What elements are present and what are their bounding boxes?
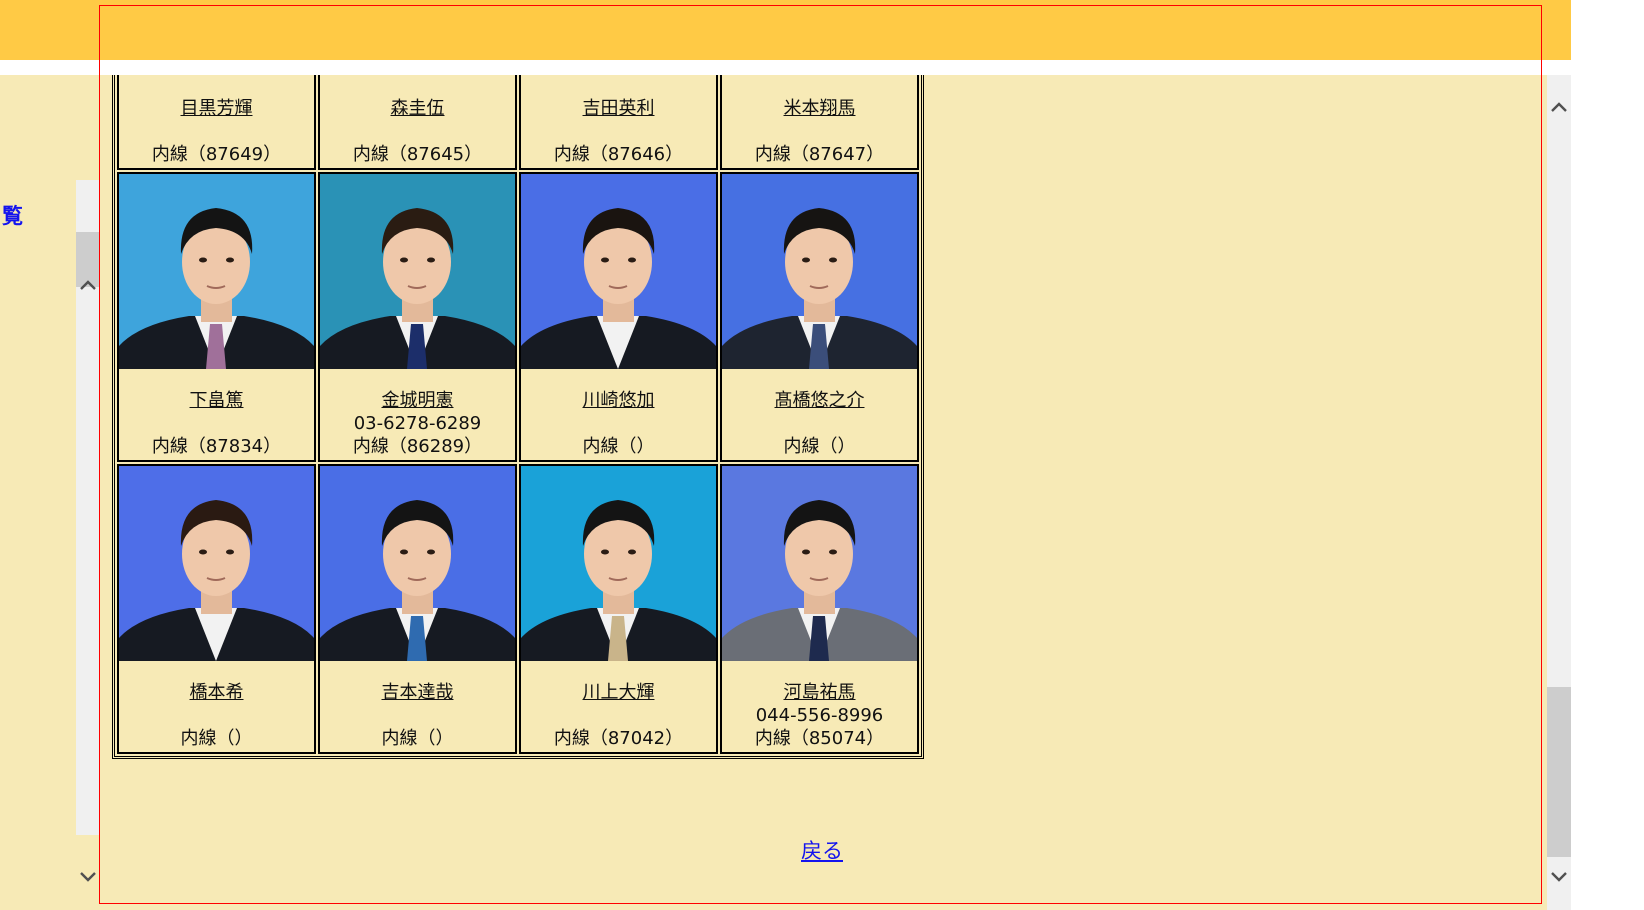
staff-info: 金城明憲 03-6278-6289 内線（86289） — [320, 369, 515, 460]
staff-photo — [521, 174, 716, 369]
portrait-photo — [320, 174, 515, 369]
right-scroll-up-icon[interactable] — [1547, 96, 1571, 120]
portrait-photo — [119, 174, 314, 369]
staff-info: 川上大輝内線（87042） — [521, 661, 716, 752]
staff-row: 目黒芳輝 内線（87649） 森圭伍 内線（87645） 吉田英利 内線（87646） 米本… — [116, 75, 920, 171]
staff-phone: 03-6278-6289 — [353, 413, 482, 434]
staff-card: 目黒芳輝内線（87649） — [117, 75, 316, 170]
staff-card: 髙橋悠之介内線（） — [720, 172, 919, 462]
left-scroll-down-icon[interactable] — [76, 864, 100, 888]
staff-photo — [320, 174, 515, 369]
staff-extension: 内線（85074） — [754, 728, 885, 749]
staff-info: 吉田英利内線（87646） — [521, 75, 716, 168]
staff-info: 米本翔馬内線（87647） — [722, 75, 917, 168]
staff-row: 下畠篤 内線（87834） 金城明憲 03-6278-6289 内線（86289） 川崎悠… — [116, 171, 920, 463]
left-scroll-up-icon[interactable] — [76, 274, 100, 298]
staff-extension: 内線（87042） — [553, 728, 684, 749]
staff-extension: 内線（87646） — [553, 144, 684, 165]
staff-info: 森圭伍内線（87645） — [320, 75, 515, 168]
header-bar — [0, 0, 1571, 60]
staff-info: 河島祐馬 044-556-8996 内線（85074） — [722, 661, 917, 752]
staff-photo — [722, 466, 917, 661]
staff-card: 橋本希内線（） — [117, 464, 316, 754]
staff-card: 川上大輝内線（87042） — [519, 464, 718, 754]
staff-name-link[interactable]: 河島祐馬 — [784, 681, 856, 704]
staff-card: 河島祐馬 044-556-8996 内線（85074） — [720, 464, 919, 754]
staff-extension: 内線（87645） — [352, 144, 483, 165]
staff-name-link[interactable]: 金城明憲 — [382, 389, 454, 412]
portrait-photo — [521, 174, 716, 369]
staff-table: 目黒芳輝 内線（87649） 森圭伍 内線（87645） 吉田英利 内線（87646） 米本… — [112, 75, 924, 759]
staff-info: 目黒芳輝内線（87649） — [119, 75, 314, 168]
back-link[interactable]: 戻る — [801, 835, 843, 865]
staff-extension: 内線（86289） — [352, 436, 483, 457]
staff-card: 米本翔馬内線（87647） — [720, 75, 919, 170]
staff-extension: 内線（87647） — [754, 144, 885, 165]
staff-name-link[interactable]: 髙橋悠之介 — [775, 389, 865, 412]
staff-name-link[interactable]: 森圭伍 — [391, 97, 445, 120]
staff-info: 下畠篤内線（87834） — [119, 369, 314, 460]
portrait-photo — [320, 466, 515, 661]
staff-extension: 内線（） — [783, 436, 856, 457]
right-scrollbar-thumb[interactable] — [1547, 687, 1571, 857]
staff-extension: 内線（） — [582, 436, 655, 457]
staff-card: 下畠篤内線（87834） — [117, 172, 316, 462]
portrait-photo — [722, 466, 917, 661]
portrait-photo — [722, 174, 917, 369]
staff-name-link[interactable]: 下畠篤 — [190, 389, 244, 412]
list-link[interactable]: 覧 — [2, 200, 23, 230]
staff-card: 川崎悠加内線（） — [519, 172, 718, 462]
staff-card: 金城明憲 03-6278-6289 内線（86289） — [318, 172, 517, 462]
staff-info: 髙橋悠之介内線（） — [722, 369, 917, 460]
staff-info: 橋本希内線（） — [119, 661, 314, 752]
staff-directory-frame: 目黒芳輝 内線（87649） 森圭伍 内線（87645） 吉田英利 内線（87646） 米本… — [100, 75, 1547, 910]
staff-extension: 内線（87649） — [151, 144, 282, 165]
portrait-photo — [521, 466, 716, 661]
staff-photo — [722, 174, 917, 369]
staff-card: 森圭伍内線（87645） — [318, 75, 517, 170]
staff-phone: 044-556-8996 — [755, 705, 884, 726]
staff-name-link[interactable]: 目黒芳輝 — [181, 97, 253, 120]
staff-photo — [521, 466, 716, 661]
staff-photo — [119, 174, 314, 369]
staff-name-link[interactable]: 吉本達哉 — [382, 681, 454, 704]
staff-name-link[interactable]: 吉田英利 — [583, 97, 655, 120]
portrait-photo — [119, 466, 314, 661]
staff-extension: 内線（） — [381, 728, 454, 749]
staff-card: 吉本達哉内線（） — [318, 464, 517, 754]
staff-extension: 内線（87834） — [151, 436, 282, 457]
staff-info: 吉本達哉内線（） — [320, 661, 515, 752]
staff-name-link[interactable]: 川崎悠加 — [583, 389, 655, 412]
staff-name-link[interactable]: 川上大輝 — [583, 681, 655, 704]
staff-card: 吉田英利内線（87646） — [519, 75, 718, 170]
staff-row: 橋本希 内線（） 吉本達哉 内線（） 川上大輝 内線（87042） 河島祐馬 044-556-… — [116, 463, 920, 755]
right-scroll-down-icon[interactable] — [1547, 864, 1571, 888]
staff-name-link[interactable]: 橋本希 — [190, 681, 244, 704]
staff-extension: 内線（） — [180, 728, 253, 749]
staff-photo — [119, 466, 314, 661]
staff-photo — [320, 466, 515, 661]
staff-name-link[interactable]: 米本翔馬 — [784, 97, 856, 120]
staff-info: 川崎悠加内線（） — [521, 369, 716, 460]
